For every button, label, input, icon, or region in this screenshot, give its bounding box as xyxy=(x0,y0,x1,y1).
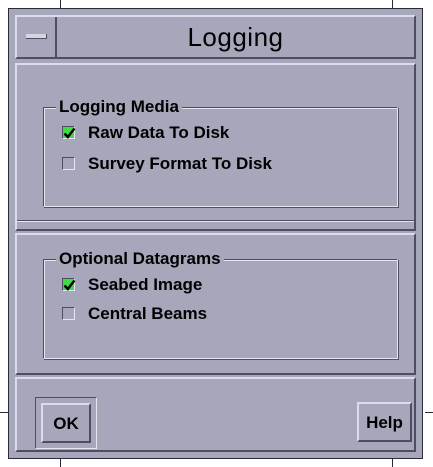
window-menu-icon xyxy=(26,34,47,39)
survey-format-to-disk-label: Survey Format To Disk xyxy=(88,154,272,173)
optional-datagrams-panel: Optional Datagrams Seabed Image Central … xyxy=(15,233,416,375)
resize-handle-bottom-right[interactable] xyxy=(392,459,393,467)
checkmark-icon xyxy=(63,279,76,291)
ok-button[interactable]: OK xyxy=(41,403,91,443)
resize-handle-top-left[interactable] xyxy=(60,0,61,8)
resize-handle-right[interactable] xyxy=(425,412,433,413)
checkbox-checked-icon xyxy=(62,126,76,139)
help-button[interactable]: Help xyxy=(357,402,412,442)
window-title: Logging xyxy=(187,22,284,52)
optional-datagrams-group: Optional Datagrams Seabed Image Central … xyxy=(43,249,398,359)
checkmark-icon xyxy=(63,127,76,139)
button-panel: OK Help xyxy=(15,377,416,452)
resize-handle-top-right[interactable] xyxy=(392,0,393,8)
logging-window: Logging Logging Media Raw Data To Disk S… xyxy=(8,8,423,459)
checkbox-unchecked-icon xyxy=(62,307,75,320)
seabed-image-label: Seabed Image xyxy=(88,275,203,294)
default-button-frame: OK xyxy=(35,397,97,449)
central-beams-label: Central Beams xyxy=(88,304,208,323)
logging-media-label: Logging Media xyxy=(56,97,182,117)
optional-datagrams-label: Optional Datagrams xyxy=(56,249,224,269)
window-menu-button[interactable] xyxy=(17,17,57,57)
title-bar[interactable]: Logging xyxy=(15,15,416,59)
checkbox-unchecked-icon xyxy=(62,157,75,170)
resize-handle-bottom-left[interactable] xyxy=(60,459,61,467)
separator xyxy=(17,220,414,222)
logging-media-panel: Logging Media Raw Data To Disk Survey Fo… xyxy=(15,63,416,231)
checkbox-checked-icon xyxy=(62,278,76,291)
raw-data-to-disk-label: Raw Data To Disk xyxy=(88,123,230,142)
resize-handle-left[interactable] xyxy=(0,412,8,413)
logging-media-group: Logging Media Raw Data To Disk Survey Fo… xyxy=(43,97,398,207)
